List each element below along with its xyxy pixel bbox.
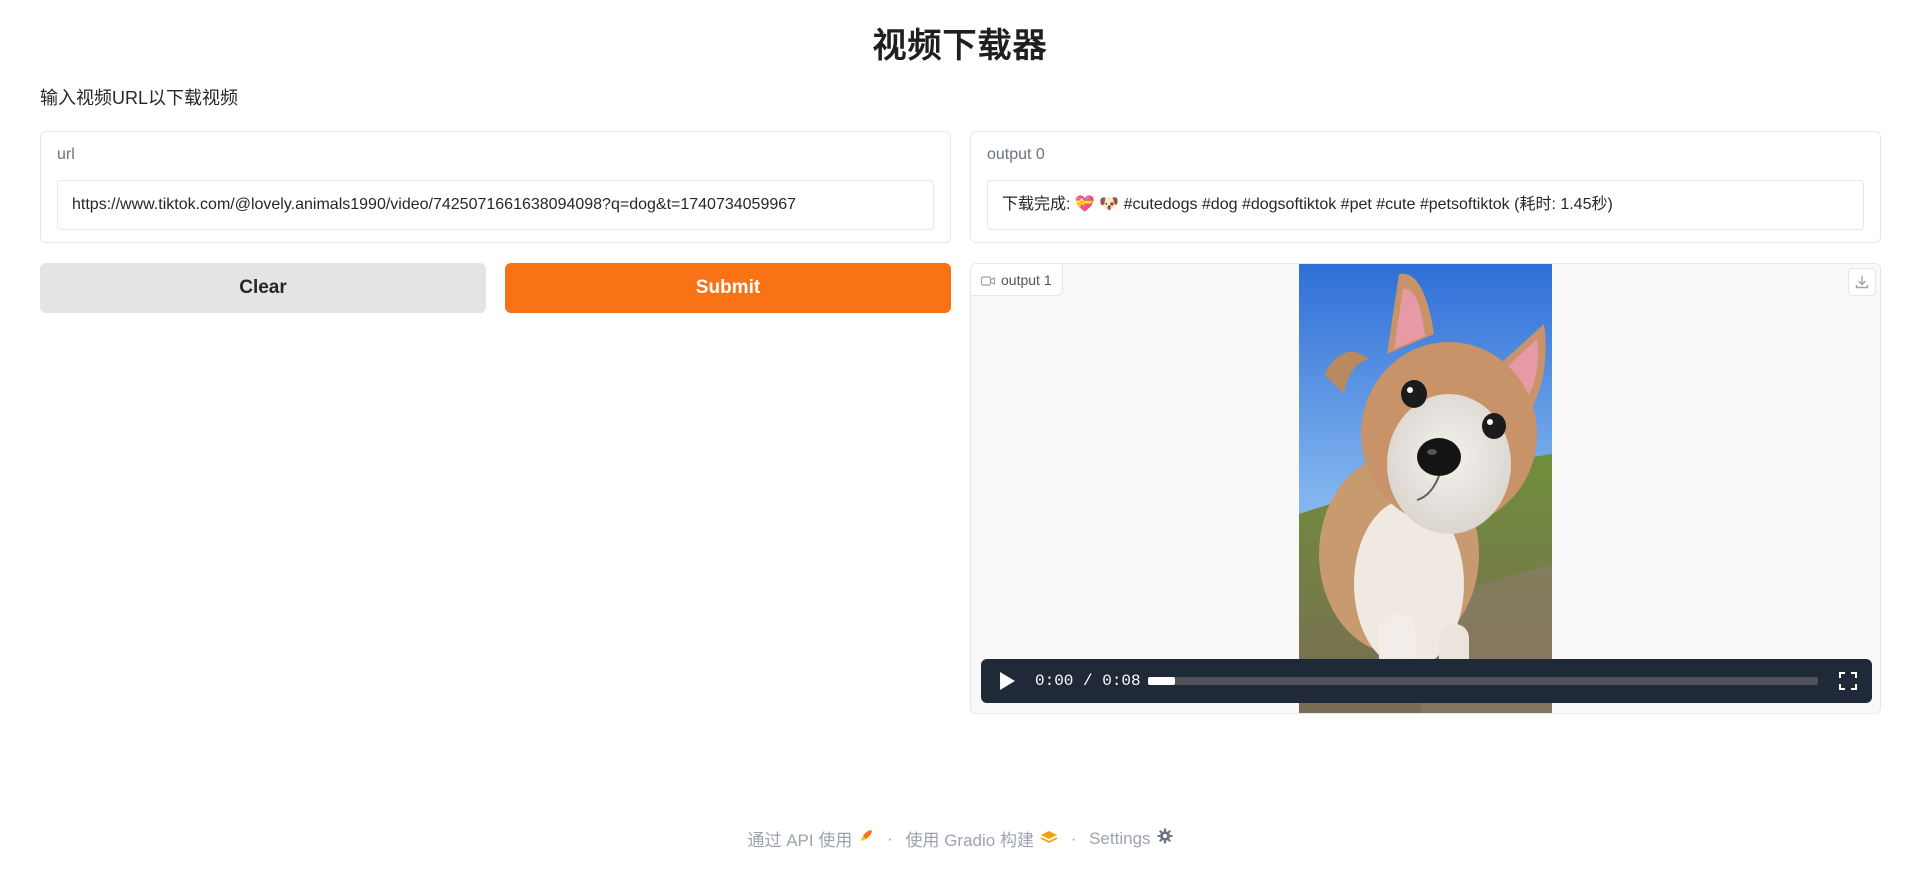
- url-input[interactable]: [57, 180, 934, 230]
- output-1-label-text: output 1: [1001, 272, 1052, 288]
- footer: 通过 API 使用 · 使用 Gradio 构建 · Settings: [0, 826, 1920, 851]
- gradio-logo-icon: [1040, 829, 1058, 849]
- video-time-display: 0:00 / 0:08: [1035, 672, 1141, 690]
- page-title: 视频下载器: [872, 27, 1048, 65]
- video-frame[interactable]: [1299, 264, 1552, 713]
- gradio-link-label: 使用 Gradio 构建: [905, 831, 1034, 850]
- video-progress-bar[interactable]: [1148, 677, 1818, 685]
- video-progress-fill: [1148, 677, 1175, 685]
- footer-separator: ·: [887, 828, 893, 848]
- settings-link[interactable]: Settings: [1089, 828, 1173, 849]
- page-description: 输入视频URL以下载视频: [40, 88, 239, 108]
- video-controls: 0:00 / 0:08: [981, 659, 1872, 703]
- url-label: url: [57, 146, 75, 163]
- url-input-panel: url: [40, 131, 951, 243]
- output-0-panel: output 0 下载完成: 💝 🐶 #cutedogs #dog #dogso…: [970, 131, 1881, 243]
- download-button[interactable]: [1848, 268, 1876, 296]
- output-0-textbox[interactable]: 下载完成: 💝 🐶 #cutedogs #dog #dogsoftiktok #…: [987, 180, 1864, 230]
- output-1-video-panel: output 1 0:00 / 0:08: [970, 263, 1881, 714]
- clear-button[interactable]: Clear: [40, 263, 486, 313]
- video-camera-icon: [980, 276, 996, 286]
- api-link-label: 通过 API 使用: [747, 831, 853, 850]
- built-with-gradio-link[interactable]: 使用 Gradio 构建: [905, 826, 1058, 851]
- play-icon[interactable]: [997, 670, 1017, 692]
- footer-separator: ·: [1070, 828, 1077, 848]
- submit-button[interactable]: Submit: [505, 263, 951, 313]
- output-1-label: output 1: [971, 264, 1063, 296]
- gear-icon: [1157, 828, 1173, 849]
- settings-link-label: Settings: [1089, 828, 1151, 848]
- rocket-icon: [858, 828, 874, 849]
- use-via-api-link[interactable]: 通过 API 使用: [747, 826, 874, 851]
- output-0-label: output 0: [987, 146, 1045, 163]
- video-thumbnail-image: [1299, 264, 1552, 713]
- download-icon: [1855, 276, 1869, 289]
- fullscreen-icon[interactable]: [1838, 671, 1858, 691]
